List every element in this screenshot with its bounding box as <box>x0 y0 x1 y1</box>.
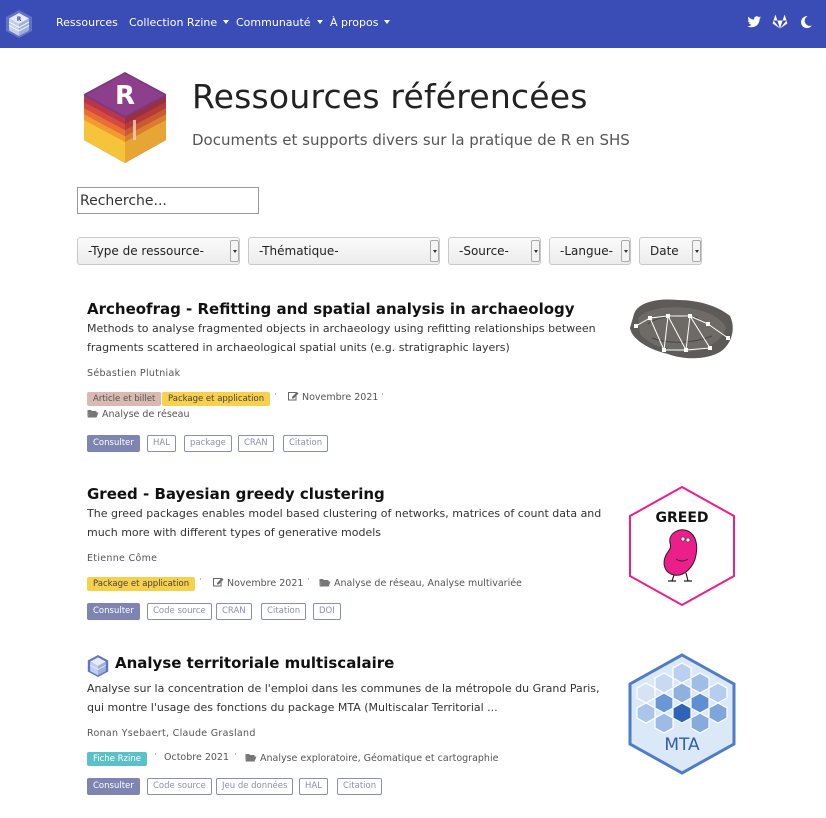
resource-title[interactable]: Archeofrag - Refitting and spatial analy… <box>87 300 575 318</box>
resource-topics: Analyse de réseau <box>87 409 190 420</box>
nav-a-propos[interactable]: À propos <box>330 16 391 29</box>
nav-ressources-label: Ressources <box>56 16 118 29</box>
folder-open-icon <box>319 579 331 587</box>
consult-button[interactable]: Consulter <box>87 435 140 452</box>
citation-button[interactable]: Citation <box>283 435 329 452</box>
filter-thematique[interactable]: -Thématique- <box>248 237 440 265</box>
page-title: Ressources référencées <box>192 77 588 116</box>
type-badge[interactable]: Package et application <box>162 392 271 406</box>
separator-dot: · <box>199 575 202 585</box>
hex-logo-letter: R <box>115 81 135 111</box>
type-badge[interactable]: Fiche Rzine <box>87 752 147 766</box>
caret-down-icon <box>223 20 230 24</box>
nav-communaute[interactable]: Communauté <box>236 16 323 29</box>
select-arrow-icon <box>692 240 701 262</box>
edit-icon <box>288 392 299 401</box>
package-button[interactable]: package <box>184 435 232 452</box>
type-badge[interactable]: Article et billet <box>87 392 162 406</box>
resource-authors: Etienne Côme <box>87 553 158 564</box>
nav-communaute-label: Communauté <box>236 16 311 29</box>
cran-button[interactable]: CRAN <box>216 603 252 620</box>
mta-hex-logo[interactable]: MTA <box>628 653 736 775</box>
cran-button[interactable]: CRAN <box>238 435 274 452</box>
filter-langue[interactable]: -Langue- <box>549 237 631 265</box>
resource-date: Octobre 2021 <box>164 752 229 763</box>
archeofrag-fragment-thumbnail[interactable] <box>628 294 736 362</box>
consult-button[interactable]: Consulter <box>87 603 140 620</box>
top-navbar: R Ressources Collection Rzine Communauté… <box>0 0 826 48</box>
resource-date-text: Octobre 2021 <box>164 752 230 763</box>
filter-label: -Langue- <box>560 244 613 258</box>
nav-a-propos-label: À propos <box>330 16 379 29</box>
resource-date: Novembre 2021 <box>213 577 303 589</box>
resource-date-text: Novembre 2021 <box>302 392 379 403</box>
dark-mode-moon-icon[interactable] <box>798 14 814 30</box>
resource-topics-text[interactable]: Analyse exploratoire, Géomatique et cart… <box>260 753 498 764</box>
citation-button[interactable]: Citation <box>261 603 307 620</box>
separator-dot: · <box>154 750 157 760</box>
filter-label: -Type de ressource- <box>88 244 204 258</box>
nav-collection-rzine-label: Collection Rzine <box>129 16 218 29</box>
resource-description: Analyse sur la concentration de l'emploi… <box>87 682 600 714</box>
caret-down-icon <box>384 20 391 24</box>
citation-button[interactable]: Citation <box>337 778 383 795</box>
gitlab-icon[interactable] <box>772 14 788 30</box>
caret-down-icon <box>316 20 323 24</box>
hal-button[interactable]: HAL <box>147 435 176 452</box>
select-arrow-icon <box>531 240 540 262</box>
separator-dot: · <box>307 575 310 585</box>
search-input[interactable] <box>77 187 259 214</box>
folder-open-icon <box>245 754 257 762</box>
rzine-hex-logo: R <box>84 72 166 163</box>
source-code-button[interactable]: Code source <box>147 603 212 620</box>
resource-title[interactable]: Greed - Bayesian greedy clustering <box>87 485 385 503</box>
separator-dot: · <box>234 750 237 760</box>
greed-hex-logo[interactable]: GREED <box>628 485 736 607</box>
edit-icon <box>213 578 224 587</box>
page-subtitle: Documents et supports divers sur la prat… <box>192 131 630 149</box>
select-arrow-icon <box>621 240 630 262</box>
resource-authors: Sébastien Plutniak <box>87 368 181 379</box>
select-arrow-icon <box>230 240 239 262</box>
filter-label: Date <box>650 244 679 258</box>
resource-date-text: Novembre 2021 <box>227 578 304 589</box>
filter-label: -Source- <box>459 244 509 258</box>
consult-button[interactable]: Consulter <box>87 778 140 795</box>
resource-description: The greed packages enables model based c… <box>87 507 602 539</box>
doi-button[interactable]: DOI <box>313 603 341 620</box>
select-arrow-icon <box>430 240 439 262</box>
separator-dot: · <box>274 390 277 400</box>
resource-date: Novembre 2021 <box>288 391 378 403</box>
filter-source[interactable]: -Source- <box>448 237 541 265</box>
type-badge[interactable]: Package et application <box>87 577 196 591</box>
folder-open-icon <box>87 410 99 418</box>
nav-collection-rzine[interactable]: Collection Rzine <box>129 16 230 29</box>
svg-text:R: R <box>17 16 22 23</box>
resource-title[interactable]: Analyse territoriale multiscalaire <box>115 654 394 672</box>
nav-ressources[interactable]: Ressources <box>56 16 118 29</box>
resource-topics-text[interactable]: Analyse de réseau, Analyse multivariée <box>334 578 522 589</box>
filter-label: -Thématique- <box>259 244 339 258</box>
filter-date[interactable]: Date <box>639 237 702 265</box>
resource-topics: Analyse exploratoire, Géomatique et cart… <box>245 753 498 764</box>
resource-topics-text[interactable]: Analyse de réseau <box>102 409 190 420</box>
rzine-fiche-icon <box>87 655 109 677</box>
separator-dot: · <box>381 390 384 400</box>
greed-logo-text: GREED <box>655 510 708 526</box>
mta-logo-text: MTA <box>664 735 700 755</box>
rzine-home-logo-icon[interactable]: R <box>5 9 33 39</box>
twitter-icon[interactable] <box>746 14 762 30</box>
dataset-button[interactable]: Jeu de données <box>216 778 294 795</box>
filter-type-ressource[interactable]: -Type de ressource- <box>77 237 240 265</box>
source-code-button[interactable]: Code source <box>147 778 212 795</box>
hal-button[interactable]: HAL <box>299 778 328 795</box>
resource-authors: Ronan Ysebaert, Claude Grasland <box>87 728 256 739</box>
resource-topics: Analyse de réseau, Analyse multivariée <box>319 578 522 589</box>
resource-description: Methods to analyse fragmented objects in… <box>87 322 596 354</box>
